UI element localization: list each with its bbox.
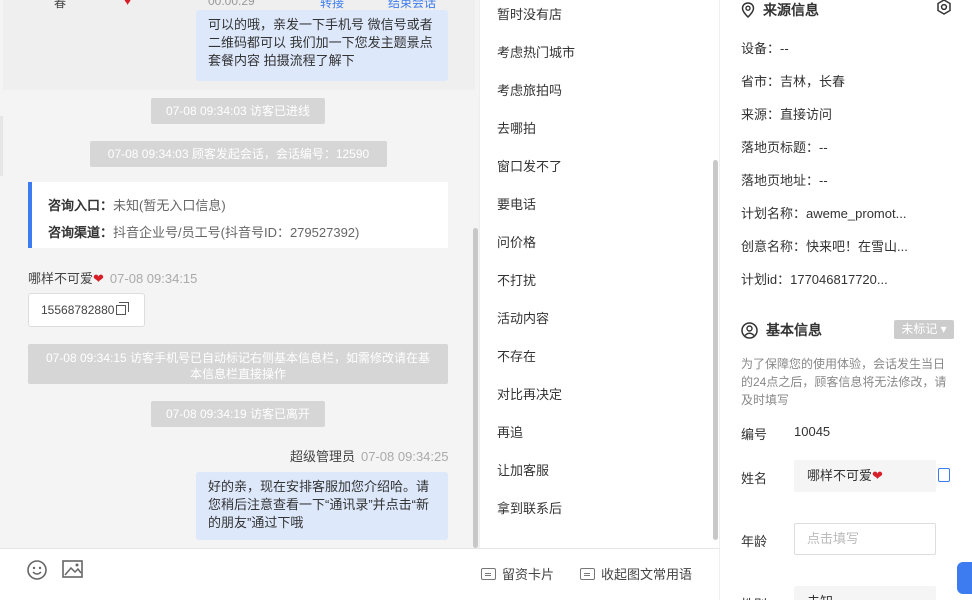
- quick-reply-item[interactable]: 暂时没有店: [497, 4, 562, 23]
- copy-name-icon[interactable]: [938, 468, 950, 482]
- name-label: 姓名: [741, 471, 768, 486]
- agent-sender-line: 超级管理员 07-08 09:34:25: [290, 446, 448, 465]
- name-value: 哪样不可爱: [807, 468, 873, 483]
- chat-panel: 春 ♥ 00:00:29 转接 结束会话 可以的哦，亲发一下手机号 微信号或者二…: [0, 0, 479, 548]
- device-field: 设备：--: [741, 41, 789, 56]
- heart-icon: ❤: [872, 468, 883, 483]
- quick-reply-item[interactable]: 问价格: [497, 232, 536, 251]
- plan-id-field: 计划id：177046817720...: [741, 272, 888, 287]
- id-label: 编号: [741, 427, 768, 442]
- basic-info-header: 基本信息: [741, 320, 822, 340]
- visitor-info-panel: 来源信息 设备：-- 省市：吉林，长春 来源：直接访问 落地页标题：-- 落地页…: [719, 0, 972, 600]
- collapse-phrases-button[interactable]: 收起图文常用语: [580, 564, 692, 583]
- agent-message-time: 07-08 09:34:25: [361, 449, 449, 464]
- mark-status-label: 未标记: [901, 322, 938, 336]
- location-pin-icon: [741, 2, 755, 18]
- phrases-icon: [580, 567, 595, 580]
- plan-name-field: 计划名称：aweme_promot...: [741, 206, 907, 221]
- quick-reply-item[interactable]: 要电话: [497, 194, 536, 213]
- visitor-name: 哪样不可爱: [28, 271, 94, 286]
- visitor-phone-message: 15568782880: [28, 293, 145, 327]
- landing-url-field: 落地页地址：--: [741, 173, 828, 188]
- quick-reply-item[interactable]: 让加客服: [497, 460, 549, 479]
- consult-channel-value: 抖音企业号/员工号(抖音号ID：279527392): [113, 225, 360, 240]
- province-field: 省市：吉林，长春: [741, 74, 846, 89]
- floating-assist-button[interactable]: [957, 562, 972, 594]
- quick-reply-item[interactable]: 对比再决定: [497, 384, 562, 403]
- consult-channel-row: 咨询渠道：抖音企业号/员工号(抖音号ID：279527392): [48, 219, 432, 246]
- id-value: 10045: [794, 424, 831, 439]
- quick-reply-item[interactable]: 考虑旅拍吗: [497, 80, 562, 99]
- user-circle-icon: [741, 321, 758, 339]
- gender-label: 性别: [741, 594, 767, 600]
- heart-icon: ❤: [93, 271, 104, 286]
- quick-reply-panel: 暂时没有店 考虑热门城市 考虑旅拍吗 去哪拍 窗口发不了 要电话 问价格 不打扰…: [479, 0, 719, 548]
- consult-entry-row: 咨询入口：未知(暂无入口信息): [48, 192, 432, 219]
- consult-entry-label: 咨询入口：: [48, 198, 114, 213]
- lead-card-button[interactable]: 留资卡片: [481, 564, 554, 583]
- landing-title-field: 落地页标题：--: [741, 140, 828, 155]
- consult-info-card: 咨询入口：未知(暂无入口信息) 咨询渠道：抖音企业号/员工号(抖音号ID：279…: [28, 182, 448, 248]
- visitor-message-time: 07-08 09:34:15: [109, 271, 198, 286]
- copy-icon[interactable]: [116, 302, 130, 315]
- visitor-sender-line: 哪样不可爱❤ 07-08 09:34:15: [28, 268, 197, 287]
- emoji-icon[interactable]: [26, 559, 48, 584]
- source-info-header: 来源信息: [741, 0, 819, 20]
- quick-reply-item[interactable]: 拿到联系后: [497, 498, 562, 517]
- agent-message: 可以的哦，亲发一下手机号 微信号或者二维码都可以 我们加一下您发主题景点套餐内容…: [196, 10, 448, 81]
- consult-entry-value: 未知(暂无入口信息): [113, 198, 226, 213]
- location-target-icon[interactable]: [935, 0, 953, 16]
- source-info-title: 来源信息: [763, 2, 819, 18]
- top-cut-heart-icon: ♥: [124, 0, 132, 8]
- quick-reply-item[interactable]: 再追: [497, 422, 523, 441]
- origin-field: 来源：直接访问: [741, 107, 833, 122]
- quick-reply-item[interactable]: 考虑热门城市: [497, 42, 575, 61]
- chat-scrollbar[interactable]: [473, 228, 478, 548]
- edit-notice: 为了保障您的使用体验，会话发生当日的24点之后，顾客信息将无法修改，请及时填写: [741, 357, 947, 407]
- quick-reply-item[interactable]: 不存在: [497, 346, 536, 365]
- quick-reply-item[interactable]: 活动内容: [497, 308, 549, 327]
- chat-left-edge: [0, 116, 3, 176]
- system-message: 07-08 09:34:15 访客手机号已自动标记右侧基本信息栏，如需修改请在基…: [28, 344, 448, 384]
- gender-select[interactable]: 未知: [794, 586, 936, 600]
- agent-message: 好的亲，现在安排客服加您介绍哈。请您稍后注意查看一下“通讯录”并点击“新的朋友”…: [196, 472, 448, 540]
- top-cut-text: 春: [54, 0, 67, 10]
- session-duration: 00:00:29: [208, 0, 255, 8]
- card-icon: [481, 567, 496, 580]
- basic-info-title: 基本信息: [766, 322, 822, 338]
- system-message: 07-08 09:34:03 顾客发起会话，会话编号：12590: [90, 141, 387, 167]
- quick-reply-item[interactable]: 窗口发不了: [497, 156, 562, 175]
- quick-reply-item[interactable]: 不打扰: [497, 270, 536, 289]
- image-icon[interactable]: [62, 559, 84, 582]
- age-input[interactable]: 点击填写: [794, 523, 936, 555]
- consult-channel-label: 咨询渠道：: [48, 225, 114, 240]
- mark-status-dropdown[interactable]: 未标记 ▾: [894, 320, 954, 339]
- quick-reply-item[interactable]: 去哪拍: [497, 118, 536, 137]
- visitor-phone: 15568782880: [41, 303, 115, 317]
- creative-name-field: 创意名称：快来吧！在雪山...: [741, 239, 908, 254]
- collapse-phrases-label: 收起图文常用语: [601, 567, 693, 582]
- system-message: 07-08 09:34:03 访客已进线: [151, 98, 325, 124]
- quick-reply-scrollbar[interactable]: [713, 160, 718, 540]
- lead-card-label: 留资卡片: [502, 567, 555, 582]
- system-message: 07-08 09:34:19 访客已离开: [151, 401, 325, 427]
- age-label: 年龄: [741, 534, 768, 549]
- input-toolbar: 留资卡片 收起图文常用语: [0, 548, 719, 600]
- agent-name: 超级管理员: [290, 449, 356, 464]
- name-field[interactable]: 哪样不可爱❤: [794, 460, 936, 492]
